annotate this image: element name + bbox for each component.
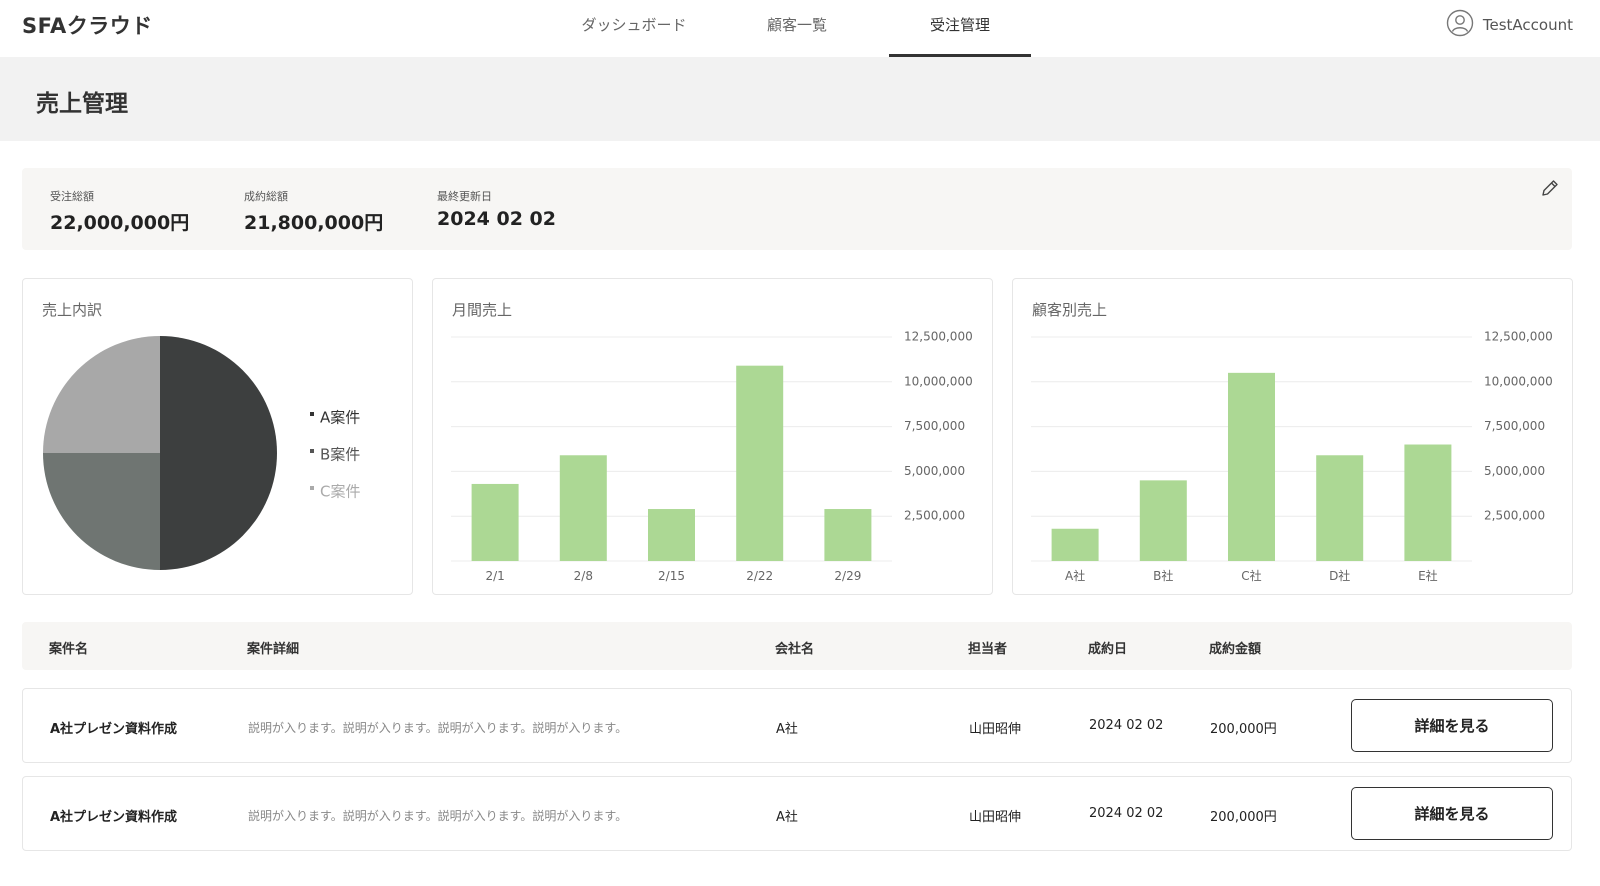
- y-tick-label: 12,500,000: [1484, 330, 1553, 344]
- y-tick-label: 7,500,000: [904, 419, 965, 433]
- sales-breakdown-card: 売上内訳 A案件 B案件 C案件: [22, 278, 413, 595]
- app-logo[interactable]: SFAクラウド: [22, 10, 153, 40]
- view-details-button[interactable]: 詳細を見る: [1351, 787, 1553, 840]
- bar-3: [1228, 372, 1275, 561]
- deal-name: A社プレゼン資料作成: [50, 810, 178, 825]
- owner-name: 山田昭伸: [969, 722, 1022, 737]
- stat-label: 受注総額: [50, 190, 94, 203]
- bar-2: [559, 455, 607, 561]
- column-header-deal-detail[interactable]: 案件詳細: [247, 638, 299, 657]
- bar-4: [1316, 455, 1364, 561]
- account-menu[interactable]: TestAccount: [1446, 9, 1573, 41]
- y-tick-label: 5,000,000: [1484, 464, 1545, 478]
- deal-detail: 説明が入ります。説明が入ります。説明が入ります。説明が入ります。: [248, 721, 628, 735]
- x-tick-label: D社: [1329, 568, 1350, 583]
- customer-sales-bar-chart: 2,500,000 5,000,000 7,500,000 10,000,000 12,…: [1031, 330, 1553, 583]
- company-name: A社: [776, 722, 798, 737]
- bar-1: [471, 483, 519, 561]
- x-tick-label: 2/29: [834, 569, 861, 583]
- table-row: A社プレゼン資料作成 説明が入ります。説明が入ります。説明が入ります。説明が入り…: [22, 688, 1572, 763]
- y-tick-label: 12,500,000: [904, 330, 973, 344]
- y-tick-label: 5,000,000: [904, 464, 965, 478]
- owner-name: 山田昭伸: [969, 810, 1022, 825]
- y-tick-label: 2,500,000: [904, 509, 965, 523]
- deal-detail: 説明が入ります。説明が入ります。説明が入ります。説明が入ります。: [248, 809, 628, 823]
- stat-label: 成約総額: [244, 190, 288, 203]
- x-tick-label: A社: [1065, 568, 1085, 583]
- y-tick-label: 2,500,000: [1484, 509, 1545, 523]
- bar-3: [648, 509, 695, 561]
- company-name: A社: [776, 810, 798, 825]
- legend-marker: [310, 412, 314, 416]
- legend-label: C案件: [320, 483, 360, 501]
- view-details-button[interactable]: 詳細を見る: [1351, 699, 1553, 752]
- bar-4: [736, 365, 784, 561]
- page-header: 売上管理: [0, 57, 1600, 141]
- pie-slice-1: [160, 336, 277, 570]
- deal-name: A社プレゼン資料作成: [50, 722, 178, 737]
- x-tick-label: 2/1: [485, 569, 504, 583]
- contract-date: 2024 02 02: [1089, 806, 1164, 821]
- pie-slice-2: [43, 453, 160, 570]
- bar-5: [1404, 444, 1452, 561]
- stat-value: 22,000,000円: [50, 212, 190, 234]
- stat-value: 21,800,000円: [244, 212, 384, 234]
- stat-order-total: 受注総額 22,000,000円: [50, 188, 189, 235]
- pie-slice-3: [43, 336, 160, 453]
- contract-date: 2024 02 02: [1089, 718, 1164, 733]
- customer-sales-card: 顧客別売上 2,500,000 5,000,000 7,500,000 10,000,…: [1012, 278, 1573, 595]
- x-tick-label: 2/8: [574, 569, 593, 583]
- contract-amount: 200,000円: [1210, 810, 1277, 825]
- column-header-company[interactable]: 会社名: [775, 638, 814, 657]
- y-tick-label: 10,000,000: [904, 374, 973, 388]
- column-header-contract-amount[interactable]: 成約金額: [1209, 638, 1261, 657]
- monthly-sales-card: 月間売上 2,500,000 5,000,000 7,500,000 10,000,0…: [432, 278, 993, 595]
- contract-amount: 200,000円: [1210, 722, 1277, 737]
- bar-5: [824, 509, 872, 561]
- bar-1: [1051, 528, 1099, 561]
- y-tick-label: 10,000,000: [1484, 374, 1553, 388]
- x-tick-label: E社: [1418, 568, 1438, 583]
- column-header-deal-name[interactable]: 案件名: [49, 638, 88, 657]
- edit-summary-button[interactable]: [1536, 176, 1564, 204]
- x-tick-label: 2/22: [746, 569, 773, 583]
- stat-contract-total: 成約総額 21,800,000円: [244, 188, 383, 235]
- stat-last-updated: 最終更新日 2024 02 02: [437, 188, 556, 230]
- x-tick-label: C社: [1241, 568, 1261, 583]
- tab-order-management[interactable]: 受注管理: [889, 0, 1031, 57]
- legend-marker: [310, 486, 314, 490]
- legend-label: B案件: [320, 446, 360, 464]
- legend-label: A案件: [320, 409, 360, 427]
- pencil-icon: [1539, 177, 1561, 203]
- sales-summary: 受注総額 22,000,000円 成約総額 21,800,000円 最終更新日 …: [22, 168, 1572, 250]
- page-title: 売上管理: [36, 91, 128, 117]
- user-circle-icon: [1446, 9, 1474, 41]
- tab-customer-list[interactable]: 顧客一覧: [726, 0, 868, 57]
- top-navigation-bar: SFAクラウド ダッシュボード 顧客一覧 受注管理 TestAccount: [0, 0, 1600, 57]
- account-name: TestAccount: [1482, 16, 1573, 34]
- legend-marker: [310, 449, 314, 453]
- y-tick-label: 7,500,000: [1484, 419, 1545, 433]
- stat-label: 最終更新日: [437, 190, 492, 203]
- bar-2: [1139, 480, 1187, 561]
- column-header-contract-date[interactable]: 成約日: [1088, 638, 1127, 657]
- sales-breakdown-pie-chart: A案件 B案件 C案件: [43, 336, 360, 570]
- monthly-sales-bar-chart: 2,500,000 5,000,000 7,500,000 10,000,000 12,…: [451, 330, 973, 583]
- x-tick-label: B社: [1153, 568, 1173, 583]
- column-header-owner[interactable]: 担当者: [968, 638, 1007, 657]
- tab-dashboard[interactable]: ダッシュボード: [563, 0, 705, 57]
- stat-value: 2024 02 02: [437, 208, 556, 230]
- deals-table-header: 案件名 案件詳細 会社名 担当者 成約日 成約金額: [22, 622, 1572, 670]
- table-row: A社プレゼン資料作成 説明が入ります。説明が入ります。説明が入ります。説明が入り…: [22, 776, 1572, 851]
- x-tick-label: 2/15: [658, 569, 685, 583]
